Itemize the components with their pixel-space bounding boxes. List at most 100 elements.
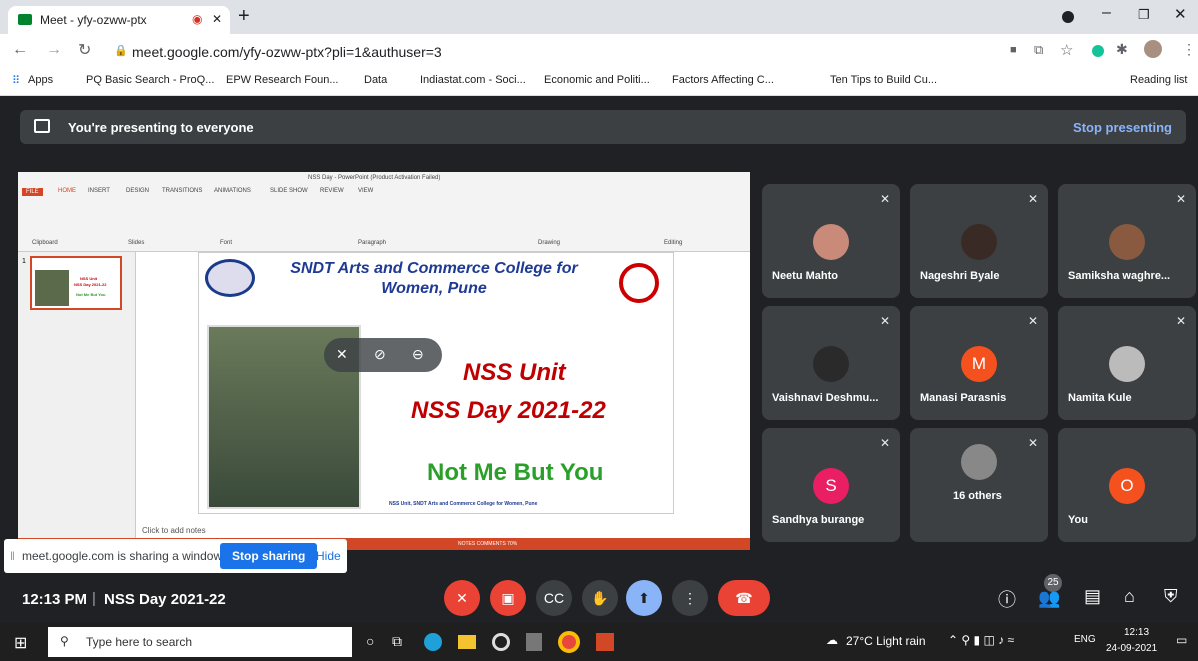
ppt-tab[interactable]: HOME [58,188,76,194]
profile-dot-icon[interactable] [1062,11,1074,23]
present-button[interactable]: ⬆ [626,580,662,616]
participant-tile[interactable]: O You [1058,428,1196,542]
powerpoint-icon[interactable] [596,633,614,651]
ppt-tab[interactable]: INSERT [88,188,110,194]
tab-close-icon[interactable]: ✕ [212,12,222,26]
bookmark-5[interactable]: Economic and Politi... [544,74,650,86]
presenting-message: You're presenting to everyone [68,120,254,135]
ppt-tab[interactable]: TRANSITIONS [162,188,202,194]
tray-icons[interactable]: ⌃ ⚲ ▮ ◫ ♪ ≈ [948,633,1014,647]
host-controls-icon[interactable]: ⛨ [1164,586,1178,607]
nss-day-heading: NSS Day 2021-22 [411,397,606,424]
activities-icon[interactable]: ⌂ [1124,586,1135,607]
reading-list[interactable]: Reading list [1130,74,1187,86]
grammarly-icon[interactable] [1092,45,1104,57]
participant-tile[interactable]: Neetu Mahto ✕ [762,184,900,298]
close-window-icon[interactable]: ✕ [1174,5,1187,23]
bookmark-2[interactable]: EPW Research Foun... [226,74,339,86]
participant-tile[interactable]: Vaishnavi Deshmu... ✕ [762,306,900,420]
participant-tile[interactable]: Namita Kule ✕ [1058,306,1196,420]
mic-off-button[interactable]: ✕ [444,580,480,616]
participant-avatar: S [813,468,849,504]
college-title: SNDT Arts and Commerce College for Women… [290,260,578,297]
mic-muted-icon: ✕ [1175,314,1186,328]
remove-icon[interactable]: ⊖ [412,346,424,363]
bookmark-1[interactable]: PQ Basic Search - ProQ... [86,74,214,86]
participant-avatar [813,224,849,260]
ppt-tab[interactable]: REVIEW [320,188,344,194]
pin-off-icon[interactable]: ✕ [336,346,348,363]
ppt-status-text: NOTES COMMENTS 70% [458,541,518,547]
bookmark-7[interactable]: Ten Tips to Build Cu... [830,74,937,86]
clock-time[interactable]: 12:13 [1124,627,1149,638]
ppt-tab[interactable]: VIEW [358,188,373,194]
windows-start-icon[interactable]: ⊞ [14,633,27,653]
notifications-icon[interactable]: ▭ [1176,633,1187,647]
participant-tile[interactable]: Nageshri Byale ✕ [910,184,1048,298]
bookmark-3[interactable]: Data [364,74,387,86]
edge-icon[interactable] [424,633,442,651]
mic-muted-icon: ✕ [879,436,890,450]
notes-placeholder[interactable]: Click to add notes [142,526,206,535]
star-icon[interactable]: ☆ [1060,41,1073,59]
participant-tile[interactable]: 16 others ✕ [910,428,1048,542]
participant-avatar [961,444,997,480]
participant-tile[interactable]: Samiksha waghre... ✕ [1058,184,1196,298]
taskbar-search[interactable]: ⚲ Type here to search [48,627,352,657]
media-app-icon[interactable] [492,633,510,651]
bookmark-6[interactable]: Factors Affecting C... [672,74,774,86]
weather-text: 27°C Light rain [846,634,926,648]
address-bar[interactable]: 🔒 meet.google.com/yfy-ozww-ptx?pli=1&aut… [108,40,1008,64]
calculator-icon[interactable] [526,633,542,651]
apps-icon: ⠿ [12,75,21,87]
participant-avatar: O [1109,468,1145,504]
chrome-icon[interactable] [558,631,580,653]
ppt-tab[interactable]: SLIDE SHOW [270,188,308,194]
ppt-file-tab[interactable]: FILE [22,188,43,196]
thumb-line: NSS Unit [80,276,98,281]
bookmark-4[interactable]: Indiastat.com - Soci... [420,74,526,86]
camera-icon[interactable]: ■ [1010,44,1017,56]
stop-sharing-button[interactable]: Stop sharing [220,543,318,569]
bookmark-apps[interactable]: Apps [28,74,53,86]
slide-thumbnail[interactable]: NSS Unit NSS Day 2021-22 Not Me But You [30,256,122,310]
clock-date[interactable]: 24-09-2021 [1106,643,1157,654]
sharing-text: meet.google.com is sharing a window. [22,549,225,563]
mic-muted-icon: ✕ [879,192,890,206]
ppt-tab[interactable]: ANIMATIONS [214,188,251,194]
more-options-button[interactable]: ⋮ [672,580,708,616]
back-icon[interactable]: ← [12,41,28,59]
camera-off-button[interactable]: ▣ [490,580,526,616]
raise-hand-button[interactable]: ✋ [582,580,618,616]
present-icon [34,119,50,133]
thumb-line: NSS Day 2021-22 [74,282,107,287]
explorer-icon[interactable] [458,635,476,649]
cortana-icon[interactable]: ○ [366,633,374,649]
slide-canvas[interactable]: SNDT Arts and Commerce College for Women… [198,252,674,514]
drag-handle-icon[interactable]: ‖ [10,549,15,563]
minimize-icon[interactable]: – [1102,4,1111,22]
task-view-icon[interactable]: ⧉ [392,633,402,650]
browser-tab[interactable]: Meet - yfy-ozww-ptx ◉ ✕ [8,6,230,34]
hide-button[interactable]: Hide [316,549,341,563]
maximize-icon[interactable]: ❐ [1138,7,1150,23]
share-icon[interactable]: ⧉ [1034,42,1043,58]
mute-icon[interactable]: ⊘ [374,346,386,363]
captions-button[interactable]: CC [536,580,572,616]
ppt-group-label: Paragraph [358,240,387,246]
participant-tile[interactable]: M Manasi Parasnis ✕ [910,306,1048,420]
chat-icon[interactable]: ▤ [1084,586,1101,607]
reload-icon[interactable]: ↻ [78,40,91,60]
new-tab-button[interactable]: + [238,5,250,28]
menu-icon[interactable]: ⋮ [1182,41,1196,58]
extensions-icon[interactable]: ✱ [1116,41,1128,58]
leave-call-button[interactable]: ☎ [718,580,770,616]
language-indicator[interactable]: ENG [1074,634,1096,645]
profile-avatar[interactable] [1144,40,1162,58]
people-icon[interactable]: 👥 [1038,588,1060,609]
ppt-tab[interactable]: DESIGN [126,188,149,194]
stop-presenting-button[interactable]: Stop presenting [1073,120,1172,135]
info-icon[interactable]: ⓘ [998,586,1016,612]
forward-icon[interactable]: → [46,41,62,59]
participant-tile[interactable]: S Sandhya burange ✕ [762,428,900,542]
